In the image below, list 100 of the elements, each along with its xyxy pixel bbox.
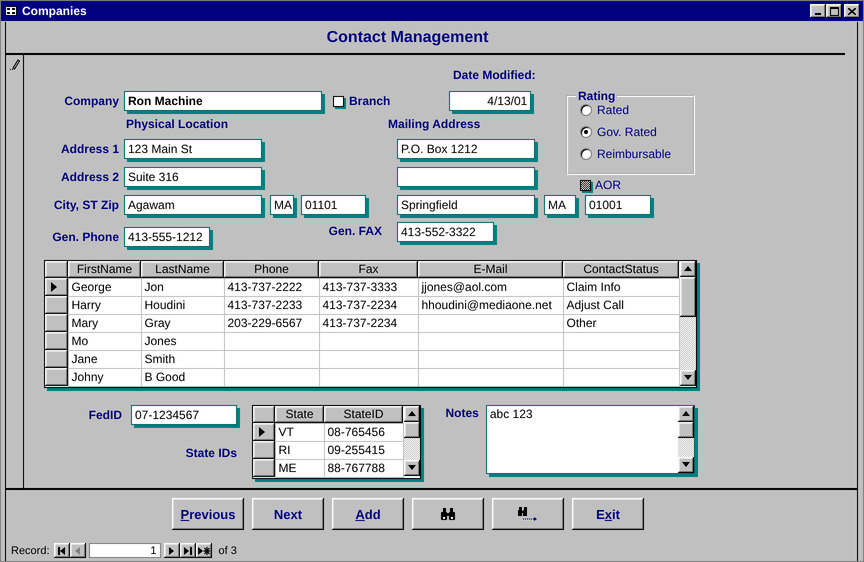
table-cell: Johny: [68, 368, 141, 386]
radio-button[interactable]: [580, 104, 592, 116]
table-cell: George: [68, 278, 141, 296]
minimize-button[interactable]: [810, 4, 826, 18]
column-header[interactable]: State: [275, 406, 324, 423]
scroll-down-button[interactable]: [680, 370, 696, 386]
row-selector[interactable]: [45, 296, 68, 314]
corner-header: [45, 261, 68, 278]
table-cell: Gray: [141, 314, 224, 332]
table-cell: RI: [275, 441, 324, 459]
table-cell: Adjust Call: [563, 296, 679, 314]
table-cell: jjones@aol.com: [418, 278, 563, 296]
text-field[interactable]: Agawam: [124, 195, 262, 215]
field-label: City, ST Zip: [52, 198, 119, 212]
last-record-button[interactable]: [180, 543, 196, 558]
scrollbar[interactable]: [404, 406, 420, 476]
date-field[interactable]: 4/13/01: [449, 91, 532, 111]
scroll-up-button[interactable]: [680, 261, 696, 277]
scrollbar[interactable]: [678, 406, 694, 473]
new-record-icon: [198, 546, 210, 554]
up-arrow-icon: [682, 410, 690, 418]
record-count: of 3: [218, 544, 237, 556]
table-cell: 413-737-2234: [319, 314, 418, 332]
scrollbar[interactable]: [680, 261, 696, 386]
group-label: Rating: [577, 89, 616, 103]
form-button[interactable]: Exit: [572, 498, 644, 530]
up-arrow-icon: [684, 265, 692, 273]
text-field[interactable]: Suite 316: [124, 167, 262, 187]
text-field[interactable]: P.O. Box 1212: [397, 139, 535, 159]
field-label: Address 2: [60, 170, 119, 184]
record-number-field[interactable]: 1: [88, 543, 161, 558]
table-cell: hhoudini@mediaone.net: [418, 296, 563, 314]
scroll-thumb[interactable]: [678, 422, 694, 438]
text-field[interactable]: 413-555-1212: [124, 227, 210, 247]
next-record-button[interactable]: [164, 543, 180, 558]
text-field[interactable]: 123 Main St: [124, 139, 262, 159]
scroll-thumb[interactable]: [680, 277, 696, 317]
down-arrow-icon: [684, 374, 692, 382]
scroll-down-button[interactable]: [404, 460, 420, 476]
scroll-down-button[interactable]: [678, 457, 694, 473]
text-field[interactable]: 01001: [585, 195, 651, 215]
table-cell: ME: [275, 459, 324, 477]
column-header[interactable]: Phone: [224, 261, 319, 278]
previous-record-button[interactable]: [70, 543, 86, 558]
close-button[interactable]: [844, 4, 860, 18]
form-button[interactable]: Add: [332, 498, 404, 530]
table-cell: 08-765456: [324, 423, 403, 441]
column-header[interactable]: FirstName: [68, 261, 141, 278]
scroll-thumb[interactable]: [404, 422, 420, 438]
column-header[interactable]: StateID: [324, 406, 403, 423]
binoculars-arrow-icon: [518, 507, 538, 521]
table-cell: VT: [275, 423, 324, 441]
find-next-button[interactable]: [492, 498, 564, 530]
radio-button[interactable]: [580, 126, 592, 138]
maximize-button[interactable]: [826, 4, 842, 18]
row-selector[interactable]: [253, 423, 275, 441]
form-button[interactable]: Next: [252, 498, 324, 530]
table-cell: Harry: [68, 296, 141, 314]
row-selector[interactable]: [45, 350, 68, 368]
text-field[interactable]: 413-552-3322: [397, 222, 494, 242]
down-arrow-icon: [408, 464, 416, 472]
text-field[interactable]: [397, 167, 535, 187]
row-selector[interactable]: [253, 441, 275, 459]
section-heading: Physical Location: [126, 117, 228, 131]
column-header[interactable]: E-Mail: [418, 261, 563, 278]
column-header[interactable]: ContactStatus: [563, 261, 679, 278]
checkbox[interactable]: [333, 96, 344, 106]
checkbox[interactable]: [580, 180, 591, 190]
row-selector[interactable]: [45, 314, 68, 332]
text-field[interactable]: Ron Machine: [124, 91, 322, 111]
table-cell: B Good: [141, 368, 224, 386]
find-button[interactable]: [412, 498, 484, 530]
row-selector[interactable]: [45, 368, 68, 386]
text-field[interactable]: Springfield: [397, 195, 535, 215]
row-selector[interactable]: [45, 278, 68, 296]
column-header[interactable]: Fax: [319, 261, 418, 278]
column-header[interactable]: LastName: [141, 261, 224, 278]
new-record-button[interactable]: [196, 543, 212, 558]
text-field[interactable]: 07-1234567: [131, 405, 237, 425]
text-field[interactable]: MA: [544, 195, 576, 215]
text-field[interactable]: MA: [270, 195, 294, 215]
radio-label: Reimbursable: [597, 146, 672, 160]
row-selector[interactable]: [45, 332, 68, 350]
scroll-up-button[interactable]: [678, 406, 694, 422]
radio-button[interactable]: [580, 148, 592, 160]
maximize-icon: [830, 6, 838, 16]
scroll-up-button[interactable]: [404, 406, 420, 422]
field-label: Notes: [446, 406, 479, 420]
text-field[interactable]: 01101: [301, 195, 366, 215]
notes-field[interactable]: abc 123: [486, 405, 695, 474]
binoculars-icon: [441, 508, 455, 520]
form-button[interactable]: Previous: [172, 498, 244, 530]
down-arrow-icon: [682, 461, 690, 469]
row-selector[interactable]: [253, 459, 275, 477]
up-arrow-icon: [408, 410, 416, 418]
table-cell: Other: [563, 314, 679, 332]
right-arrow-icon: [168, 546, 176, 554]
field-label: State IDs: [184, 446, 237, 460]
table-cell: Jon: [141, 278, 224, 296]
first-record-button[interactable]: [54, 543, 70, 558]
